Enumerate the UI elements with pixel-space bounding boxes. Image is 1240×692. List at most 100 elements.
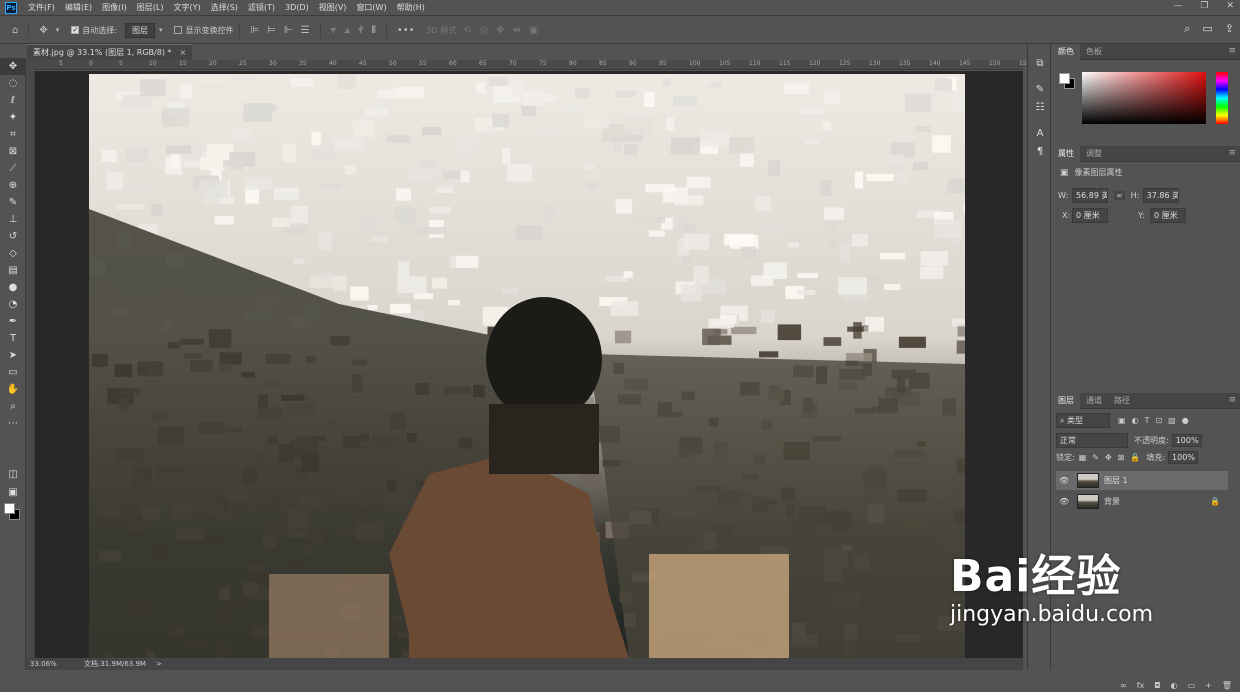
document-tab[interactable]: 素材.jpg @ 33.1% (图层 1, RGB/8) * × <box>27 44 193 60</box>
tab-channels[interactable]: 通道 <box>1080 393 1108 409</box>
history-brush-tool-icon[interactable]: ↺ <box>0 228 26 245</box>
new-layer-icon[interactable]: + <box>1205 681 1212 690</box>
new-group-icon[interactable]: ▭ <box>1188 681 1196 690</box>
frame-tool-icon[interactable]: ⊠ <box>0 143 26 160</box>
type-tool-icon[interactable]: T <box>0 330 26 347</box>
layer-style-icon[interactable]: fx <box>1137 681 1145 690</box>
tab-color[interactable]: 颜色 <box>1052 43 1080 60</box>
width-field[interactable]: 56.89 英寸 <box>1072 188 1108 203</box>
align-left-icon[interactable]: ⊫ <box>250 25 259 36</box>
character-icon[interactable]: A <box>1028 124 1052 142</box>
align-right-icon[interactable]: ⊩ <box>284 25 293 36</box>
menu-edit[interactable]: 编辑(E) <box>60 2 97 13</box>
gradient-tool-icon[interactable]: ▤ <box>0 262 26 279</box>
x-field[interactable]: 0 厘米 <box>1072 208 1108 223</box>
move-tool-icon[interactable]: ✥ <box>0 58 26 75</box>
visibility-eye-icon[interactable]: 👁 <box>1059 497 1071 506</box>
menu-type[interactable]: 文字(Y) <box>168 2 205 13</box>
layer-row[interactable]: 👁 图层 1 <box>1056 471 1228 490</box>
lock-artboard-icon[interactable]: ⊠ <box>1118 453 1125 462</box>
layer-row[interactable]: 👁 背景 🔒 <box>1056 492 1228 511</box>
pen-tool-icon[interactable]: ✒ <box>0 313 26 330</box>
eyedropper-tool-icon[interactable]: ⟋ <box>0 160 26 177</box>
show-transform-checkbox[interactable] <box>174 26 183 34</box>
minimize-button[interactable]: — <box>1173 1 1182 11</box>
tab-swatches[interactable]: 色板 <box>1080 44 1108 60</box>
distribute-vertical-icon[interactable]: ⫴ <box>372 25 376 36</box>
path-selection-tool-icon[interactable]: ➤ <box>0 347 26 364</box>
menu-3d[interactable]: 3D(D) <box>280 3 314 12</box>
3d-slide-icon[interactable]: ⇹ <box>513 25 521 36</box>
menu-file[interactable]: 文件(F) <box>23 2 60 13</box>
tab-adjustments[interactable]: 调整 <box>1080 146 1108 162</box>
crop-tool-icon[interactable]: ⌗ <box>0 126 26 143</box>
fill-field[interactable]: 100% <box>1168 451 1199 464</box>
blur-tool-icon[interactable]: ● <box>0 279 26 296</box>
foreground-color-swatch[interactable] <box>4 503 15 514</box>
chevron-down-icon[interactable]: ▾ <box>56 26 60 34</box>
adjustments-icon[interactable]: ☷ <box>1028 98 1052 116</box>
horizontal-ruler[interactable]: 5 0 5 10 15 20 25 30 35 40 45 50 55 60 65 70 75 80 85 90 95 1… <box>35 60 1030 70</box>
3d-roll-icon[interactable]: ◎ <box>479 25 488 36</box>
lock-transparency-icon[interactable]: ▦ <box>1079 453 1087 462</box>
show-transform-option[interactable]: 显示变换控件 <box>174 25 233 36</box>
history-icon[interactable]: ⧉ <box>1028 54 1052 72</box>
blend-mode-dropdown[interactable]: 正常 <box>1056 433 1128 448</box>
hand-tool-icon[interactable]: ✋ <box>0 381 26 398</box>
layer-name[interactable]: 背景 <box>1104 496 1120 507</box>
adjustment-layer-icon[interactable]: ◐ <box>1171 681 1178 690</box>
search-icon[interactable]: ⌕ <box>1184 22 1190 36</box>
link-icon[interactable]: ∞ <box>1114 191 1125 200</box>
lasso-tool-icon[interactable]: ℓ <box>0 92 26 109</box>
close-icon[interactable]: × <box>180 48 187 57</box>
more-options-icon[interactable]: ••• <box>397 25 415 36</box>
workspace-icon[interactable]: ▭ <box>1202 22 1212 36</box>
lock-all-icon[interactable]: 🔒 <box>1130 453 1140 462</box>
layer-filter-dropdown[interactable]: ⌕ 类型 <box>1056 413 1110 428</box>
brush-settings-icon[interactable]: ✎ <box>1028 80 1052 98</box>
eraser-tool-icon[interactable]: ◇ <box>0 245 26 262</box>
filter-adjustment-icon[interactable]: ◐ <box>1132 416 1139 425</box>
vertical-ruler[interactable] <box>26 70 35 658</box>
filter-toggle-icon[interactable]: ● <box>1182 416 1189 425</box>
document-image[interactable] <box>89 74 965 658</box>
foreground-color-swatch[interactable] <box>1059 73 1070 84</box>
restore-button[interactable]: ❐ <box>1200 1 1208 11</box>
menu-image[interactable]: 图像(I) <box>97 2 132 13</box>
panel-menu-icon[interactable]: ≡ <box>1228 395 1236 405</box>
menu-select[interactable]: 选择(S) <box>206 2 243 13</box>
lock-position-icon[interactable]: ✥ <box>1105 453 1112 462</box>
3d-scale-icon[interactable]: ▣ <box>529 25 538 36</box>
3d-rotate-icon[interactable]: ⟲ <box>463 25 471 36</box>
auto-select-checkbox[interactable]: ✓ <box>71 26 80 34</box>
stamp-tool-icon[interactable]: ⊥ <box>0 211 26 228</box>
tab-properties[interactable]: 属性 <box>1052 145 1080 162</box>
layer-name[interactable]: 图层 1 <box>1104 475 1128 486</box>
move-tool-icon[interactable]: ✥ <box>39 25 47 36</box>
quick-mask-icon[interactable]: ◫ <box>0 466 26 483</box>
3d-pan-icon[interactable]: ✥ <box>496 25 504 36</box>
panel-menu-icon[interactable]: ≡ <box>1228 46 1236 56</box>
auto-select-option[interactable]: ✓ 自动选择: <box>71 25 117 36</box>
filter-pixel-icon[interactable]: ▣ <box>1118 416 1126 425</box>
link-layers-icon[interactable]: ∞ <box>1120 681 1127 690</box>
canvas-area[interactable] <box>35 71 1023 658</box>
paragraph-icon[interactable]: ¶ <box>1028 142 1052 160</box>
status-menu-arrow[interactable]: > <box>156 660 162 668</box>
visibility-eye-icon[interactable]: 👁 <box>1059 476 1071 485</box>
dodge-tool-icon[interactable]: ◔ <box>0 296 26 313</box>
healing-brush-tool-icon[interactable]: ⊕ <box>0 177 26 194</box>
panel-menu-icon[interactable]: ≡ <box>1228 148 1236 158</box>
align-center-icon[interactable]: ⊨ <box>267 25 276 36</box>
share-icon[interactable]: ⇪ <box>1225 22 1234 36</box>
filter-shape-icon[interactable]: ⊡ <box>1155 416 1162 425</box>
menu-help[interactable]: 帮助(H) <box>392 2 430 13</box>
menu-filter[interactable]: 滤镜(T) <box>243 2 280 13</box>
close-window-button[interactable]: ✕ <box>1226 1 1234 11</box>
delete-layer-icon[interactable]: 🗑 <box>1222 681 1232 690</box>
filter-smart-object-icon[interactable]: ▨ <box>1168 416 1176 425</box>
magic-wand-tool-icon[interactable]: ✦ <box>0 109 26 126</box>
distribute-icon[interactable]: ☰ <box>301 25 310 36</box>
align-middle-icon[interactable]: ⫨ <box>344 25 350 36</box>
menu-window[interactable]: 窗口(W) <box>351 2 391 13</box>
